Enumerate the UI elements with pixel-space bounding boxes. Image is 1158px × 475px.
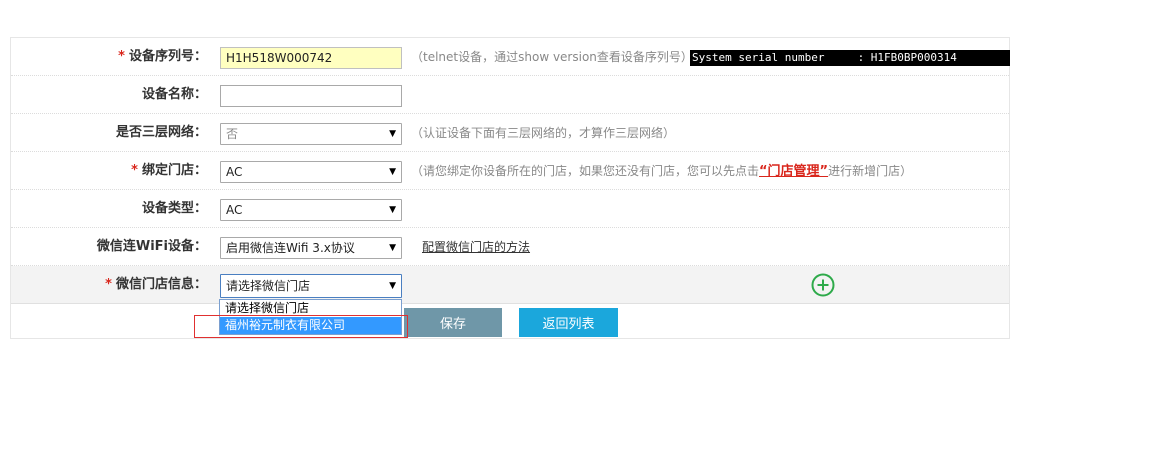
bind-store-select[interactable]: AC ▼ xyxy=(220,161,402,183)
required-mark: * xyxy=(118,49,125,64)
bind-store-label: * 绑定门店： xyxy=(131,163,207,178)
wechat-store-label: * 微信门店信息： xyxy=(105,277,207,292)
three-layer-select[interactable]: 否 ▼ xyxy=(220,123,402,145)
row-device-name: 设备名称： xyxy=(11,76,1009,114)
chevron-down-icon: ▼ xyxy=(389,167,396,177)
required-mark: * xyxy=(105,277,112,292)
device-name-label: 设备名称： xyxy=(141,87,207,102)
plus-circle-icon[interactable] xyxy=(811,273,835,297)
dropdown-option-selected[interactable]: 福州裕元制衣有限公司 xyxy=(220,317,401,334)
bind-store-hint: （请您绑定你设备所在的门店，如果您还没有门店，您可以先点击“门店管理”进行新增门… xyxy=(411,164,913,179)
row-three-layer: 是否三层网络： 否 ▼ （认证设备下面有三层网络的，才算作三层网络） xyxy=(11,114,1009,152)
row-bind-store: * 绑定门店： AC ▼ （请您绑定你设备所在的门店，如果您还没有门店，您可以先点… xyxy=(11,152,1009,190)
serial-hint: （telnet设备，通过show version查看设备序列号） xyxy=(411,50,693,64)
device-name-input[interactable] xyxy=(220,85,402,107)
row-device-type: 设备类型： AC ▼ xyxy=(11,190,1009,228)
device-form: * 设备序列号： H1H518W000742 （telnet设备，通过show v… xyxy=(10,37,1010,339)
three-layer-hint: （认证设备下面有三层网络的，才算作三层网络） xyxy=(411,126,676,140)
device-type-label: 设备类型： xyxy=(141,201,207,216)
wechat-store-select[interactable]: 请选择微信门店 ▼ xyxy=(220,274,402,298)
store-management-link[interactable]: “门店管理” xyxy=(759,164,828,179)
dropdown-option[interactable]: 请选择微信门店 xyxy=(220,300,401,317)
row-wechat-wifi: 微信连WiFi设备： 启用微信连Wifi 3.x协议 ▼ 配置微信门店的方法 xyxy=(11,228,1009,266)
row-serial: * 设备序列号： H1H518W000742 （telnet设备，通过show v… xyxy=(11,38,1010,76)
wechat-store-method-link[interactable]: 配置微信门店的方法 xyxy=(422,228,530,266)
chevron-down-icon: ▼ xyxy=(389,281,396,291)
wechat-wifi-select[interactable]: 启用微信连Wifi 3.x协议 ▼ xyxy=(220,237,402,259)
device-type-select[interactable]: AC ▼ xyxy=(220,199,402,221)
wechat-wifi-label: 微信连WiFi设备： xyxy=(96,239,207,254)
wechat-store-dropdown: 请选择微信门店 福州裕元制衣有限公司 xyxy=(219,299,402,335)
back-to-list-button[interactable]: 返回列表 xyxy=(519,308,618,337)
chevron-down-icon: ▼ xyxy=(389,205,396,215)
terminal-output: System serial number : H1FB0BP000314 xyxy=(690,50,1010,66)
chevron-down-icon: ▼ xyxy=(389,243,396,253)
serial-label: * 设备序列号： xyxy=(118,49,207,64)
save-button[interactable]: 保存 xyxy=(404,308,502,337)
row-wechat-store: * 微信门店信息： 请选择微信门店 ▼ xyxy=(11,266,1009,304)
three-layer-label: 是否三层网络： xyxy=(115,125,207,140)
chevron-down-icon: ▼ xyxy=(389,129,396,139)
required-mark: * xyxy=(131,163,138,178)
serial-input[interactable]: H1H518W000742 xyxy=(220,47,402,69)
